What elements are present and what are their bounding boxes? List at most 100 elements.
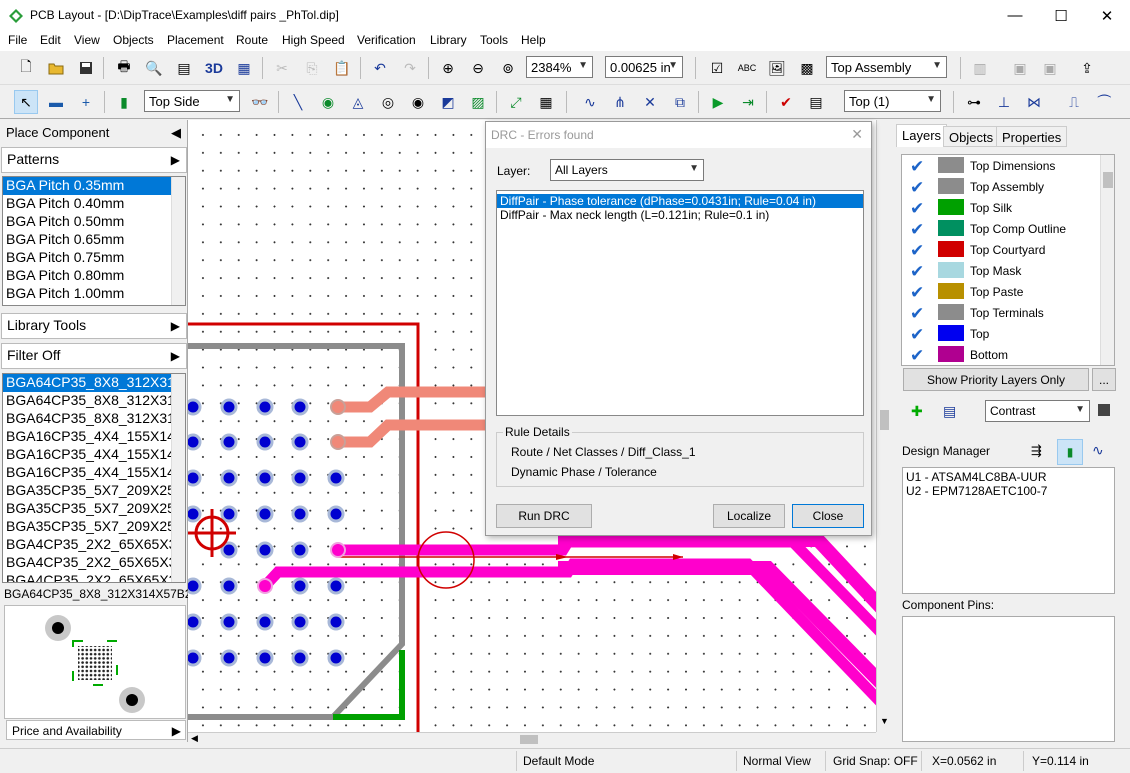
list-item[interactable]: BGA Pitch 0.40mm	[3, 195, 185, 213]
net-view-icon[interactable]: ∿	[1092, 442, 1104, 459]
canvas-horizontal-scrollbar[interactable]: ◀	[188, 732, 876, 746]
menu-high-speed[interactable]: High Speed	[282, 33, 345, 47]
layer-row[interactable]: ✔ Top Terminals	[904, 302, 1099, 323]
list-item[interactable]: DiffPair - Max neck length (L=0.121in; R…	[497, 208, 863, 222]
layers-icon[interactable]: ⧉	[668, 90, 692, 114]
zoom-fit-icon[interactable]: ⊚	[496, 56, 520, 80]
menu-view[interactable]: View	[74, 33, 100, 47]
export-icon[interactable]: ⇪	[1075, 56, 1099, 80]
design-manager-list[interactable]: U1 - ATSAM4LC8BA-UUR U2 - EPM7128AETC100…	[902, 467, 1115, 594]
meander-icon[interactable]: ⎍	[1062, 90, 1086, 114]
layer-settings-icon[interactable]: ▤	[943, 403, 956, 420]
patterns-dropdown[interactable]: Patterns ▶	[1, 147, 187, 173]
tune-icon[interactable]: ⋈	[1022, 90, 1046, 114]
checkmark-icon[interactable]: ✔	[910, 325, 924, 345]
spellcheck-button[interactable]: ABC	[735, 56, 759, 80]
via-icon[interactable]: ◎	[376, 90, 400, 114]
hole-icon[interactable]: ◉	[406, 90, 430, 114]
component-icon[interactable]: ▮	[112, 90, 136, 114]
pointer-icon[interactable]: ↖	[14, 90, 38, 114]
component-list[interactable]: BGA64CP35_8X8_312X31 BGA64CP35_8X8_312X3…	[2, 373, 186, 583]
paste-icon[interactable]: 📋	[330, 56, 354, 80]
checkmark-icon[interactable]: ✔	[910, 304, 924, 324]
checkmark-icon[interactable]: ✔	[910, 346, 924, 366]
check-icon[interactable]: ☑	[705, 56, 729, 80]
split-icon[interactable]: ⋔	[608, 90, 632, 114]
contrast-select[interactable]: Contrast ▼	[985, 400, 1090, 422]
list-item[interactable]: BGA64CP35_8X8_312X31	[3, 410, 185, 428]
list-item[interactable]: BGA Pitch 0.50mm	[3, 213, 185, 231]
layer-row[interactable]: ✔ Top Silk	[904, 197, 1099, 218]
list-item[interactable]: DiffPair - Phase tolerance (dPhase=0.043…	[497, 194, 863, 208]
length-icon[interactable]: ⊥	[992, 90, 1016, 114]
side-select[interactable]: Top Side ▼	[144, 90, 240, 112]
checkmark-icon[interactable]: ✔	[910, 283, 924, 303]
layer-row[interactable]: ✔ Top	[904, 323, 1099, 344]
color-icon[interactable]	[1098, 404, 1110, 416]
menu-file[interactable]: File	[8, 33, 27, 47]
menu-edit[interactable]: Edit	[40, 33, 61, 47]
table-icon[interactable]: ▦	[534, 90, 558, 114]
list-item[interactable]: BGA16CP35_4X4_155X14	[3, 446, 185, 464]
copy-icon[interactable]: ⎘	[300, 56, 324, 80]
document-icon[interactable]: ▤	[172, 56, 196, 80]
layer-select[interactable]: Top (1) ▼	[844, 90, 941, 112]
layer-row[interactable]: ✔ Top Paste	[904, 281, 1099, 302]
component-pins-list[interactable]	[902, 616, 1115, 742]
list-item[interactable]: U1 - ATSAM4LC8BA-UUR	[903, 468, 1114, 484]
tab-layers[interactable]: Layers	[896, 124, 948, 147]
menu-tools[interactable]: Tools	[480, 33, 508, 47]
layers-scrollbar[interactable]	[1100, 155, 1114, 365]
zoom-in-icon[interactable]: ⊕	[436, 56, 460, 80]
list-item[interactable]: BGA4CP35_2X2_65X65X3	[3, 572, 185, 582]
component-view-icon[interactable]: ▮	[1057, 439, 1083, 465]
3d-view-button[interactable]: 3D	[202, 56, 226, 80]
localize-button[interactable]: Localize	[713, 504, 785, 528]
layer-row[interactable]: ✔ Bottom	[904, 344, 1099, 365]
layer-row[interactable]: ✔ Top Comp Outline	[904, 218, 1099, 239]
price-availability-button[interactable]: Price and Availability ▶	[6, 720, 186, 740]
chip-icon[interactable]: ▣	[1008, 56, 1032, 80]
drc-layer-select[interactable]: All Layers ▼	[550, 159, 704, 181]
tab-objects[interactable]: Objects	[943, 126, 1000, 147]
checkmark-icon[interactable]: ✔	[910, 157, 924, 177]
menu-route[interactable]: Route	[236, 33, 268, 47]
component-list-scrollbar[interactable]	[171, 374, 185, 582]
list-item[interactable]: BGA64CP35_8X8_312X31	[3, 374, 185, 392]
meander2-icon[interactable]: ⏜	[1092, 90, 1116, 114]
run-drc-button[interactable]: Run DRC	[496, 504, 592, 528]
unroute-icon[interactable]: ✕	[638, 90, 662, 114]
drc-icon[interactable]: ✔	[774, 90, 798, 114]
list-view-icon[interactable]: ⇶	[1031, 443, 1042, 459]
add-layer-icon[interactable]: ✚	[911, 403, 923, 420]
list-item[interactable]: BGA35CP35_5X7_209X25	[3, 500, 185, 518]
erc-icon[interactable]: ▤	[804, 90, 828, 114]
layer-row[interactable]: ✔ Top Dimensions	[904, 155, 1099, 176]
checkmark-icon[interactable]: ✔	[910, 199, 924, 219]
redo-icon[interactable]: ↷	[398, 56, 422, 80]
pattern-list-scrollbar[interactable]	[171, 177, 185, 305]
scroll-left-icon[interactable]: ◀	[191, 733, 198, 744]
menu-placement[interactable]: Placement	[167, 33, 224, 47]
layer-row[interactable]: ✔ Top Mask	[904, 260, 1099, 281]
route-icon[interactable]: ∿	[578, 90, 602, 114]
cut-icon[interactable]: ✂	[270, 56, 294, 80]
drc-error-list[interactable]: DiffPair - Phase tolerance (dPhase=0.043…	[496, 190, 864, 416]
run-icon[interactable]: ▶	[706, 90, 730, 114]
list-item[interactable]: BGA64CP35_8X8_312X31	[3, 392, 185, 410]
layer-row[interactable]: ✔ Top Courtyard	[904, 239, 1099, 260]
more-button[interactable]: ...	[1092, 368, 1116, 391]
list-item[interactable]: BGA Pitch 0.35mm	[3, 177, 185, 195]
dimension-icon[interactable]: ⤢	[504, 90, 528, 114]
checkmark-icon[interactable]: ✔	[910, 220, 924, 240]
save-icon[interactable]	[74, 56, 98, 80]
autoroute-icon[interactable]: ⇥	[736, 90, 760, 114]
scroll-down-icon[interactable]: ▼	[880, 716, 889, 726]
list-item[interactable]: BGA4CP35_2X2_65X65X3	[3, 554, 185, 572]
maximize-button[interactable]: ☐	[1038, 0, 1084, 31]
menu-library[interactable]: Library	[430, 33, 467, 47]
undo-icon[interactable]: ↶	[368, 56, 392, 80]
print-preview-icon[interactable]: 🔍	[142, 56, 166, 80]
checkmark-icon[interactable]: ✔	[910, 262, 924, 282]
chip-remove-icon[interactable]: ▣	[1038, 56, 1062, 80]
